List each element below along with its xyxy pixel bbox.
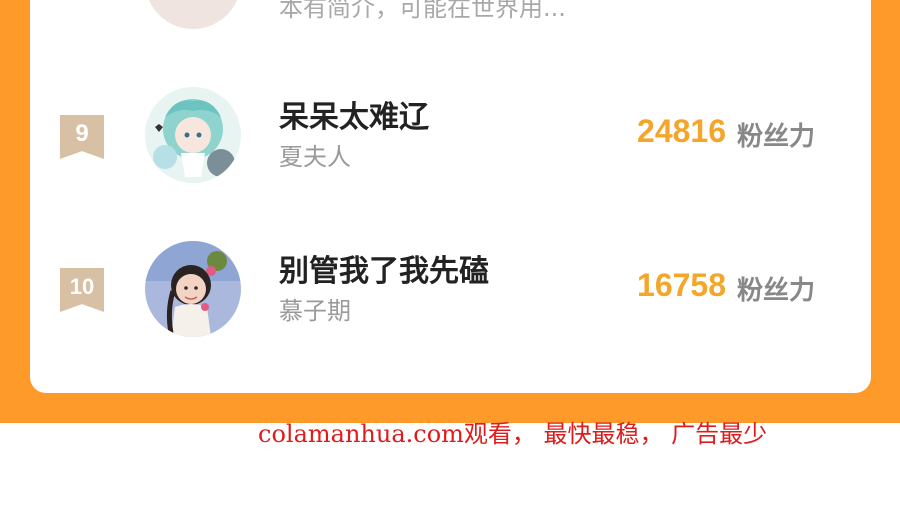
- rank-badge: 10: [60, 268, 104, 312]
- score-unit: 粉丝力: [737, 276, 816, 306]
- rank-badge: 9: [60, 115, 104, 159]
- user-description: 夏夫人: [279, 143, 351, 171]
- ranking-row-10[interactable]: 10 别管我了我先磕 慕子期 16758 粉丝力: [30, 234, 871, 344]
- avatar[interactable]: [145, 0, 241, 29]
- avatar[interactable]: [145, 87, 241, 183]
- ranking-row-9[interactable]: 9 呆呆太难辽 夏夫人 24816 粉丝力: [30, 80, 871, 190]
- avatar[interactable]: [145, 241, 241, 337]
- ranking-card: 本有简介，可能在世界用... 9 呆呆太难辽 夏夫人 24816 粉丝力 10: [30, 0, 871, 393]
- user-description: 本有简介，可能在世界用...: [279, 0, 566, 22]
- score-unit: 粉丝力: [737, 122, 816, 152]
- user-description: 慕子期: [279, 297, 351, 325]
- ranking-row-8[interactable]: 本有简介，可能在世界用...: [30, 0, 871, 80]
- user-name[interactable]: 呆呆太难辽: [279, 92, 429, 136]
- score-value: 16758: [637, 267, 726, 303]
- score-value: 24816: [637, 113, 726, 149]
- watermark-text: colamanhua.com观看， 最快最稳， 广告最少: [258, 420, 768, 448]
- user-name[interactable]: 别管我了我先磕: [279, 246, 489, 290]
